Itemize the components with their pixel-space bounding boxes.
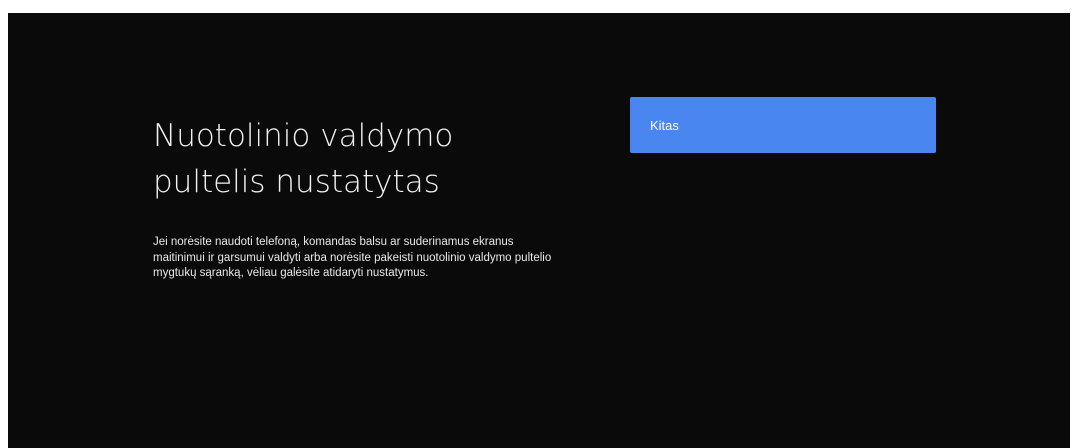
page-title: Nuotolinio valdymo pultelis nustatytas (153, 118, 454, 200)
next-button[interactable]: Kitas (630, 97, 936, 153)
tv-setup-screen: Nuotolinio valdymo pultelis nustatytas J… (8, 13, 1070, 448)
setup-description: Jei norėsite naudoti telefoną, komandas … (153, 236, 552, 279)
next-button-label: Kitas (650, 117, 679, 133)
